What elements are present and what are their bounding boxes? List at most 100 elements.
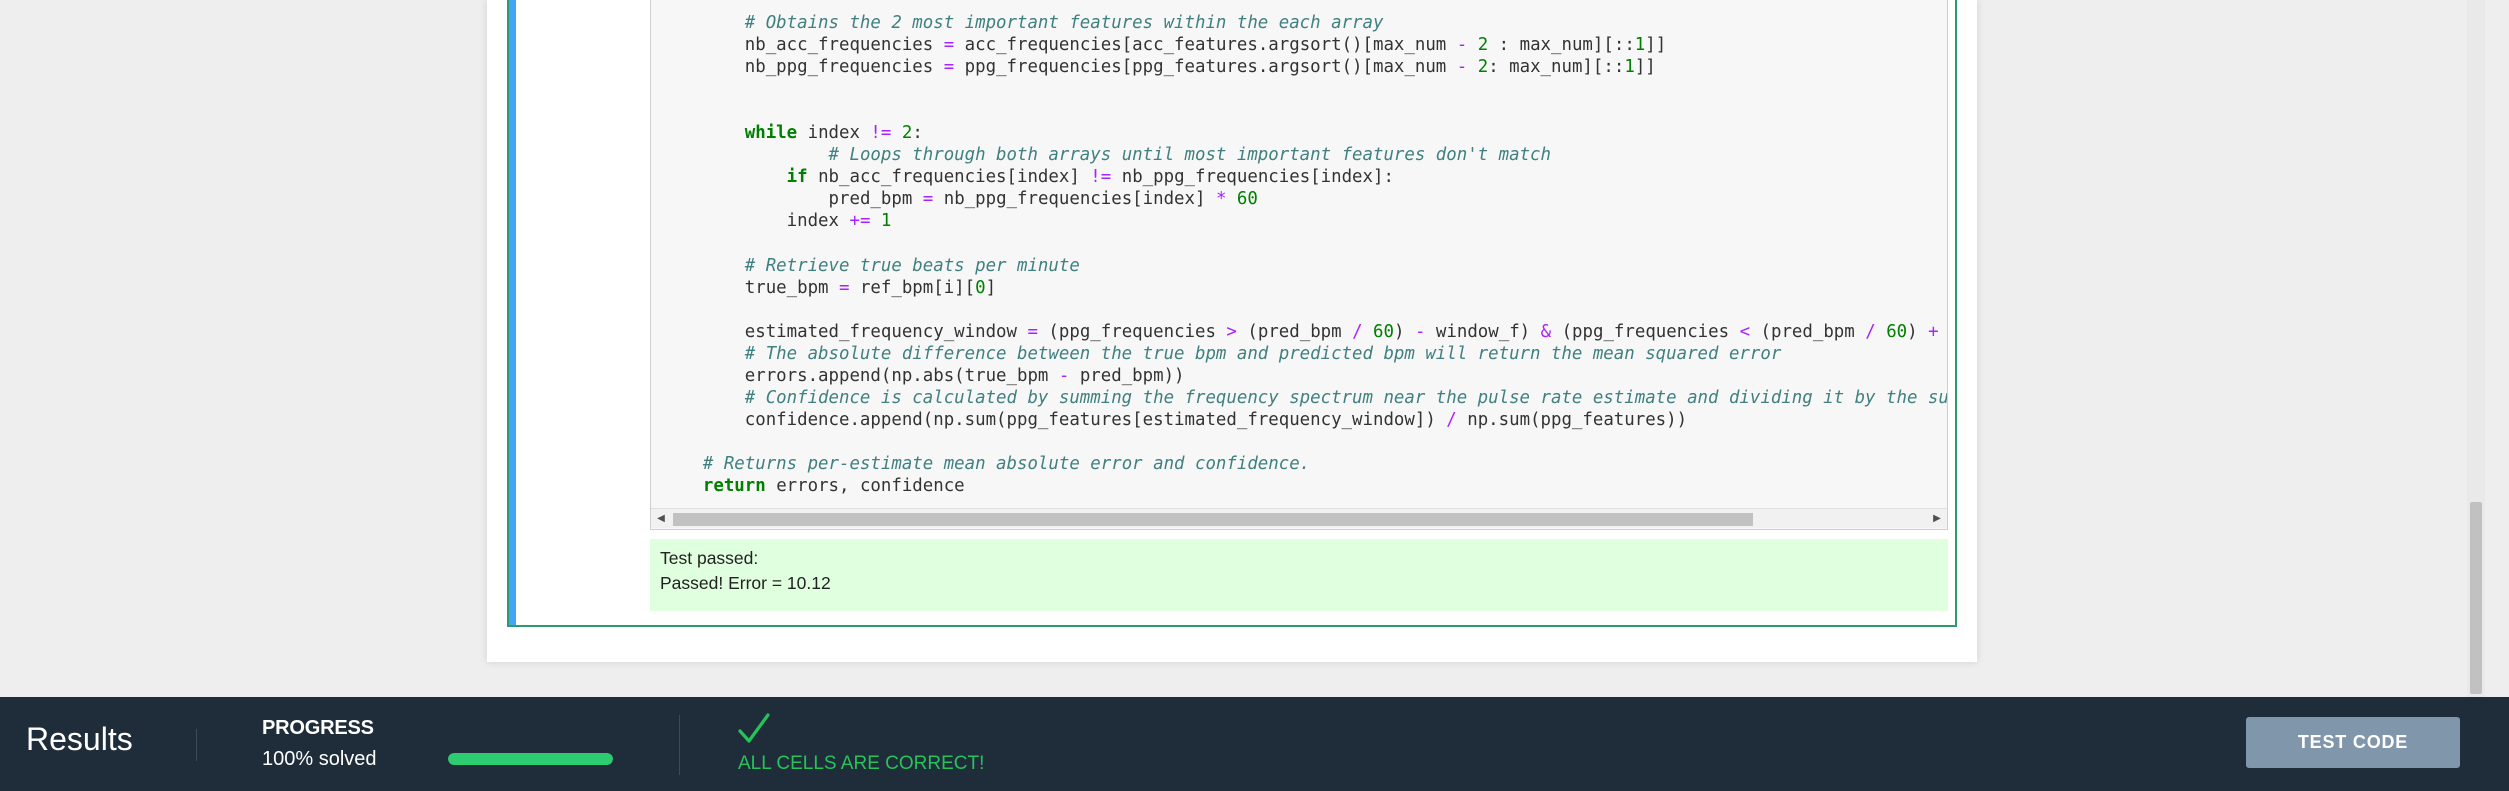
code-token: & — [1540, 321, 1552, 342]
code-token: - — [1058, 365, 1070, 386]
code-token: errors, confidence — [765, 476, 965, 497]
code-token: # Obtains the 2 most important features … — [744, 13, 1384, 33]
code-token: ) — [1907, 321, 1929, 342]
code-token: = — [839, 277, 850, 298]
code-line: pred_bpm = nb_ppg_frequencies[index] * 6… — [661, 188, 1258, 210]
code-token: ref_bpm[i][ — [849, 277, 976, 298]
test-code-button[interactable]: TEST CODE — [2246, 717, 2460, 768]
code-token: / — [1865, 321, 1876, 342]
code-token: confidence.append(np.sum(ppg_features[es… — [744, 409, 1447, 430]
page-vertical-scrollbar[interactable] — [2467, 0, 2485, 697]
progress-bar — [448, 753, 613, 765]
notebook-container: # Obtains the 2 most important features … — [487, 0, 1977, 662]
results-footer: Results PROGRESS 100% solved ALL CELLS A… — [0, 697, 2509, 791]
status-text: ALL CELLS ARE CORRECT! — [738, 753, 985, 774]
code-token: errors.append(np.abs(true_bpm — [744, 365, 1059, 386]
code-token: / — [1352, 321, 1363, 342]
code-token: nb_acc_frequencies — [744, 35, 944, 56]
code-token: < — [1739, 321, 1751, 342]
code-token: = — [922, 189, 934, 210]
code-token: 60 — [1373, 321, 1394, 342]
code-token: nb_ppg_frequencies — [744, 57, 944, 78]
code-token: index — [786, 211, 850, 232]
code-line: errors.append(np.abs(true_bpm - pred_bpm… — [661, 365, 1185, 387]
code-token: = — [943, 57, 955, 78]
code-line: while index != 2: — [661, 122, 923, 144]
code-token: pred_bpm — [828, 189, 923, 210]
footer-divider — [196, 729, 197, 761]
page: # Obtains the 2 most important features … — [0, 0, 2509, 791]
code-token: index — [797, 123, 871, 144]
code-token: * — [1215, 189, 1227, 210]
code-token: 2 — [1477, 35, 1489, 56]
code-token: nb_ppg_frequencies[index]: — [1111, 167, 1394, 188]
arrow-right-icon[interactable]: ▶ — [1927, 509, 1947, 529]
arrow-left-icon[interactable]: ◀ — [651, 509, 671, 529]
code-token: true_bpm — [744, 277, 839, 298]
code-line: # Obtains the 2 most important features … — [661, 12, 1384, 34]
code-token: 1 — [1634, 35, 1646, 56]
cell-selection-bar — [509, 0, 516, 625]
code-token: if — [786, 167, 808, 188]
code-cell[interactable]: # Obtains the 2 most important features … — [507, 0, 1957, 627]
code-line: # Loops through both arrays until most i… — [661, 144, 1551, 166]
code-line: # Returns per-estimate mean absolute err… — [661, 453, 1310, 475]
code-line: return errors, confidence — [661, 475, 965, 497]
code-line: nb_acc_frequencies = acc_frequencies[acc… — [661, 34, 1666, 56]
code-line: # The absolute difference between the tr… — [661, 343, 1782, 365]
code-line: # Retrieve true beats per minute — [661, 255, 1080, 277]
code-line: estimated_frequency_window = (ppg_freque… — [661, 321, 1947, 343]
code-token: ]] — [1645, 35, 1667, 56]
code-line: if nb_acc_frequencies[index] != nb_ppg_f… — [661, 166, 1394, 188]
code-token: (pred_bpm — [1236, 321, 1353, 342]
code-line: index += 1 — [661, 210, 892, 232]
code-token: ppg_frequencies[ppg_features.argsort()[m… — [954, 57, 1457, 78]
code-token: (ppg_frequencies — [1037, 321, 1227, 342]
code-token: / — [1446, 409, 1457, 430]
code-token: : — [912, 123, 923, 144]
code-token: while — [744, 123, 798, 144]
code-token: ]] — [1634, 57, 1656, 78]
code-line: true_bpm = ref_bpm[i][0] — [661, 277, 996, 299]
code-token: 60 — [1236, 189, 1258, 210]
code-token: 60 — [1886, 321, 1908, 342]
code-editor[interactable]: # Obtains the 2 most important features … — [650, 0, 1948, 530]
code-token: = — [943, 35, 955, 56]
cell-output: Test passed: Passed! Error = 10.12 — [650, 539, 1948, 611]
scrollbar-thumb[interactable] — [673, 513, 1753, 526]
code-token: # Loops through both arrays until most i… — [828, 145, 1551, 166]
code-token: 2 — [901, 123, 913, 144]
page-scrollbar-thumb[interactable] — [2470, 502, 2482, 694]
code-token: nb_ppg_frequencies[index] — [933, 189, 1216, 210]
progress-text: 100% solved — [262, 748, 377, 770]
code-token: return — [702, 476, 766, 497]
code-token: 2 — [1477, 57, 1489, 78]
code-token: np.sum(ppg_features)) — [1456, 409, 1688, 430]
code-line: # Confidence is calculated by summing th… — [661, 387, 1947, 409]
code-token: 1 — [1624, 57, 1635, 78]
code-horizontal-scrollbar[interactable]: ◀ ▶ — [651, 508, 1947, 528]
progress-label: PROGRESS — [262, 717, 374, 739]
code-token: (ppg_frequencies — [1551, 321, 1740, 342]
code-token: window_f) — [1425, 321, 1541, 342]
progress-bar-fill — [448, 753, 613, 765]
code-token: # Returns per-estimate mean absolute err… — [702, 454, 1311, 474]
code-token: = — [1027, 321, 1038, 342]
code-line: nb_ppg_frequencies = ppg_frequencies[ppg… — [661, 56, 1656, 78]
code-token: != — [870, 123, 892, 144]
code-token: ] — [985, 277, 997, 298]
code-token: estimated_frequency_window — [744, 321, 1028, 342]
code-token: 0 — [975, 277, 986, 298]
code-token: + — [1928, 321, 1939, 342]
code-token: # Retrieve true beats per minute — [744, 255, 1080, 276]
check-icon — [738, 713, 770, 743]
code-token: != — [1090, 167, 1112, 188]
code-token: # The absolute difference between the tr… — [744, 343, 1782, 364]
code-token: (pred_bpm — [1750, 321, 1866, 342]
